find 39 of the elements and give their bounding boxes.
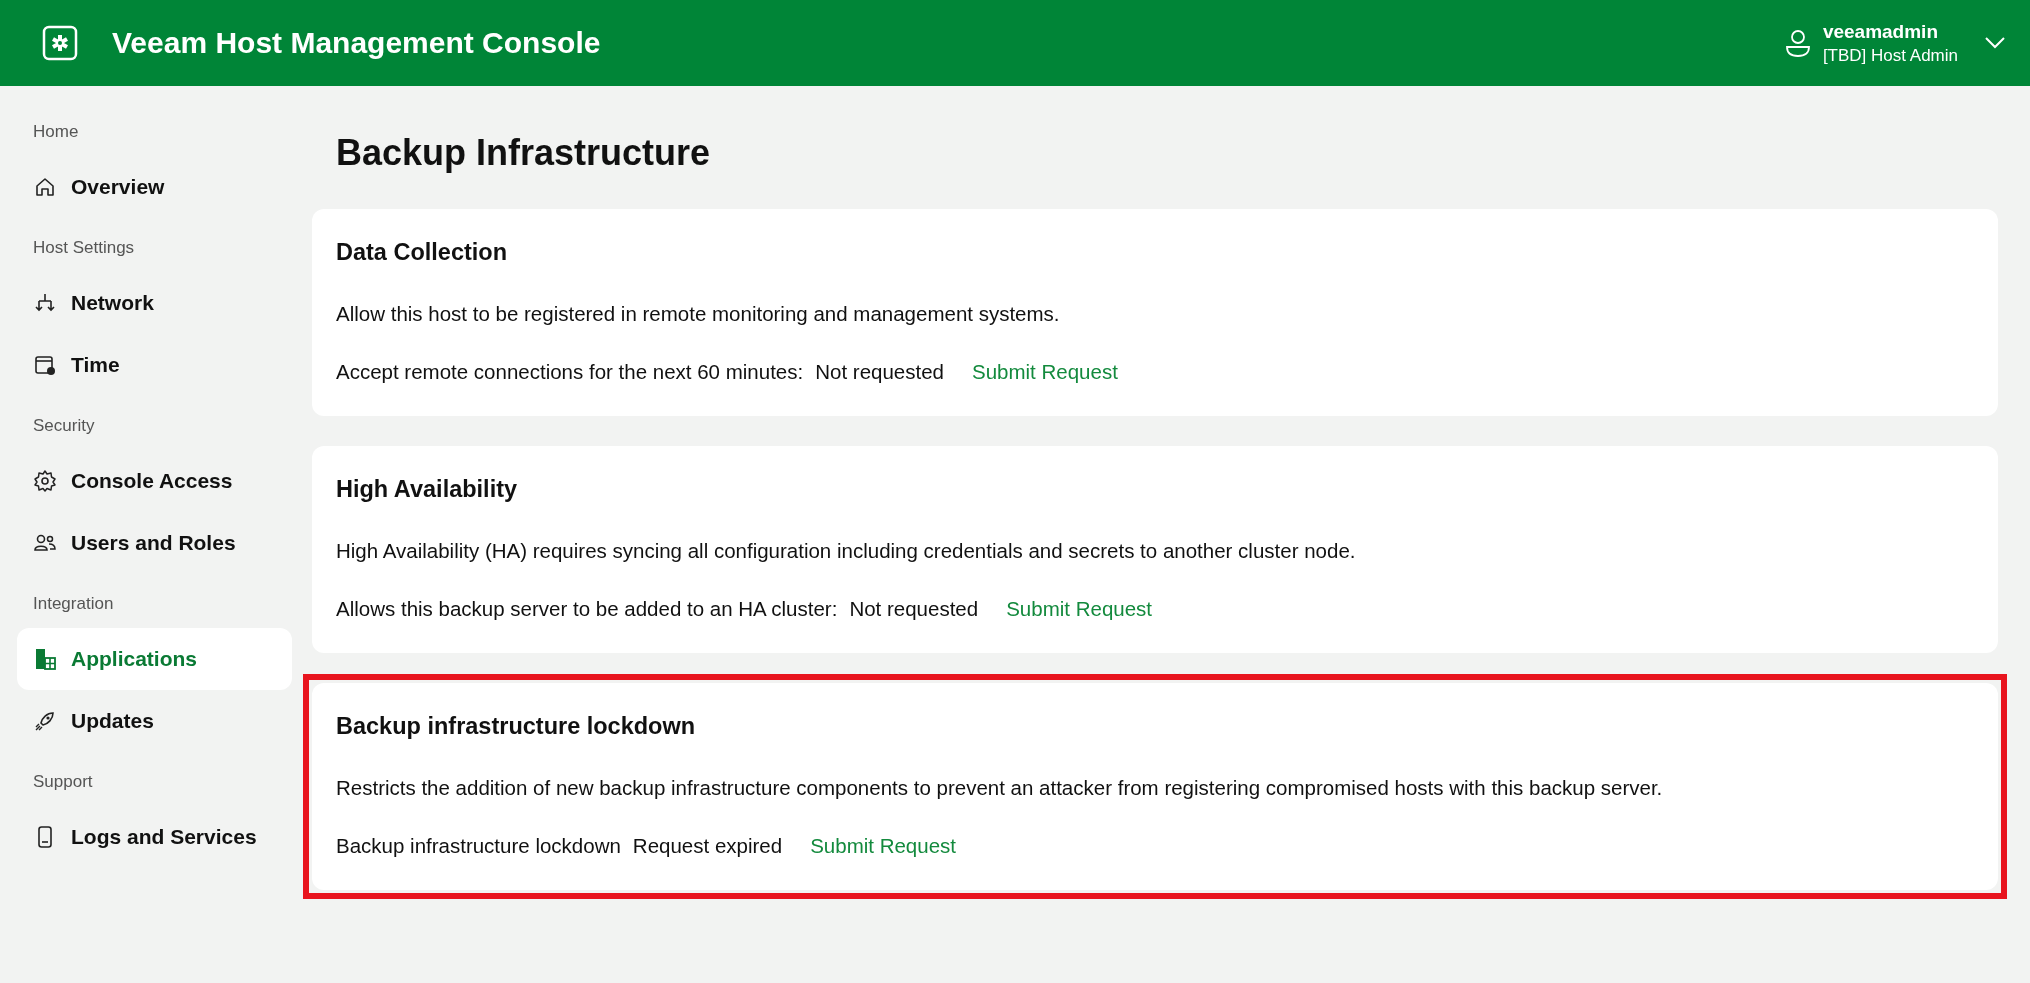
- nav-item[interactable]: Network: [17, 272, 292, 334]
- nav-item[interactable]: Console Access: [17, 450, 292, 512]
- setting-label: Backup infrastructure lockdown: [336, 834, 621, 858]
- app-logo-icon: [42, 25, 78, 61]
- card-title: Backup infrastructure lockdown: [336, 713, 697, 740]
- card-title: High Availability: [336, 476, 519, 503]
- request-status: Request expired: [632, 834, 783, 858]
- rocket-icon: [33, 709, 57, 733]
- submit-request-link[interactable]: Submit Request: [1006, 597, 1153, 621]
- setting-label: Accept remote connections for the next 60 minutes:: [336, 360, 804, 384]
- nav-item[interactable]: Overview: [17, 156, 292, 218]
- page-title: Backup Infrastructure: [336, 132, 712, 174]
- card-description: Allow this host to be registered in remote monitoring and management systems.: [336, 302, 1061, 326]
- nav-item[interactable]: Time: [17, 334, 292, 396]
- chevron-down-icon[interactable]: [1984, 36, 2006, 50]
- card-description: Restricts the addition of new backup infrastructure components to prevent an attacker from registering compromised hosts with this backup server.: [336, 776, 1664, 800]
- home-icon: [33, 175, 57, 199]
- settings-icon: [33, 469, 57, 493]
- nav-group-label: Security: [32, 415, 96, 437]
- submit-request-link[interactable]: Submit Request: [810, 834, 956, 858]
- nav-group-label: Support: [32, 771, 94, 793]
- card-description: High Availability (HA) requires syncing all configuration including credentials and secrets to another cluster node.: [336, 539, 1357, 563]
- nav-item[interactable]: Users and Roles: [17, 512, 292, 574]
- setting-label: Allows this backup server to be added to an HA cluster:: [336, 597, 838, 621]
- nav-item[interactable]: Logs and Services: [17, 806, 292, 868]
- card-title: Data Collection: [336, 239, 509, 266]
- nav-item[interactable]: Applications: [17, 628, 292, 690]
- nav-group-label: Home: [32, 121, 80, 143]
- nav-group-label: Integration: [32, 593, 115, 615]
- nav-group-label: Host Settings: [32, 237, 136, 259]
- request-status: Not requested: [815, 360, 944, 384]
- user-name: veeamadmin: [1822, 20, 1939, 43]
- submit-request-link[interactable]: Submit Request: [972, 360, 1118, 384]
- building-grid-icon: [33, 647, 57, 671]
- calendar-gear-icon: [33, 353, 57, 377]
- user-role: [TBD] Host Admin: [1822, 45, 1958, 66]
- app-title: Veeam Host Management Console: [112, 26, 602, 60]
- request-status: Not requested: [849, 597, 979, 621]
- nav-item[interactable]: Updates: [17, 690, 292, 752]
